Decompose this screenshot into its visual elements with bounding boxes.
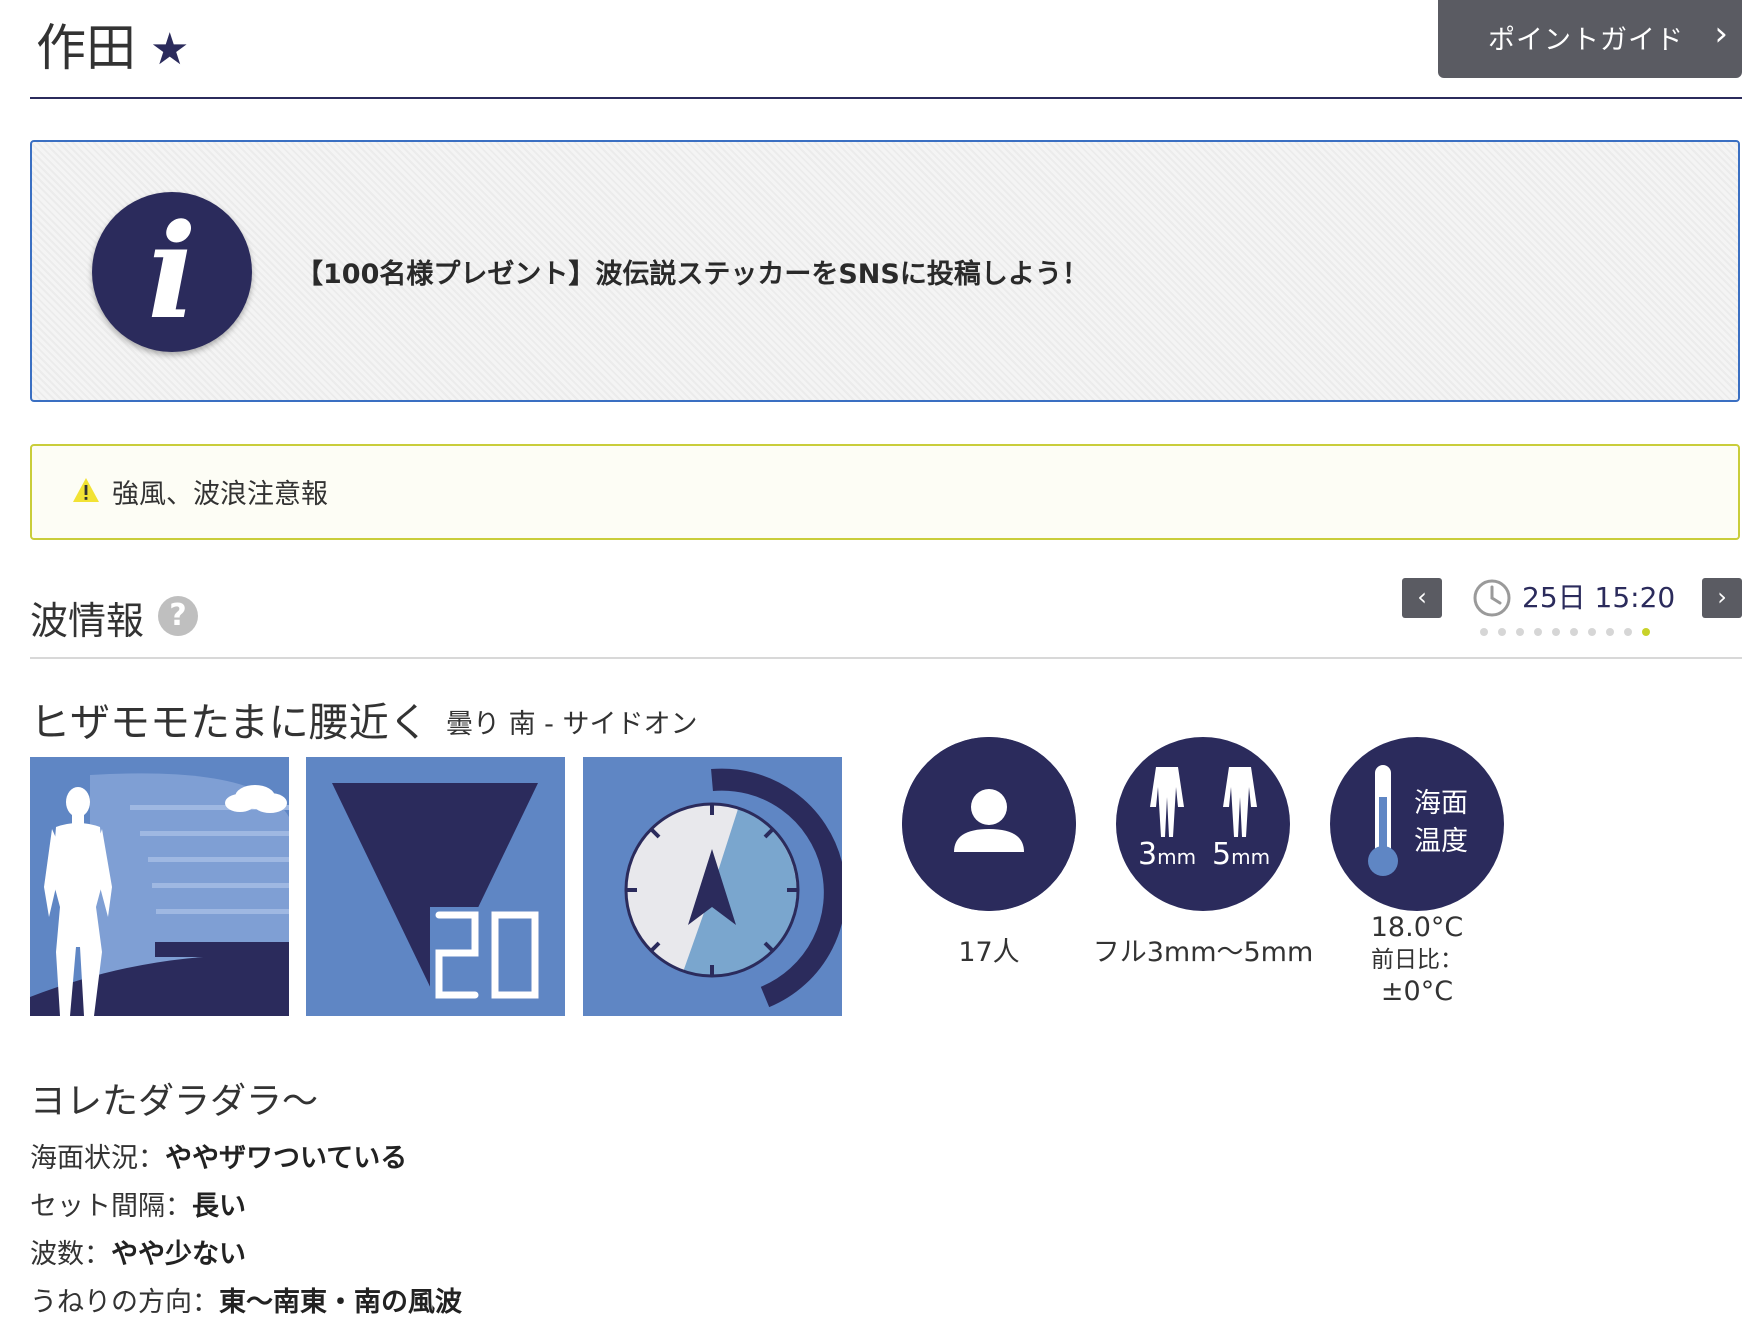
time-dot[interactable] bbox=[1516, 628, 1524, 636]
temp-compare-value: ±0°C bbox=[1380, 976, 1454, 1007]
wetsuit-5mm-label: 5mm bbox=[1212, 837, 1271, 872]
wave-height-icon bbox=[30, 757, 289, 1016]
next-time-button[interactable]: › bbox=[1702, 578, 1742, 618]
info-banner-text[interactable]: 【100名様プレゼント】波伝説ステッカーをSNSに投稿しよう！ bbox=[296, 252, 1089, 291]
sea-surface-row: 海面状況：ややザワついている bbox=[30, 1143, 408, 1174]
time-dot[interactable] bbox=[1552, 628, 1560, 636]
header-divider bbox=[30, 97, 1742, 99]
time-dot[interactable] bbox=[1570, 628, 1578, 636]
time-label: 25日 15:20 bbox=[1522, 581, 1676, 614]
wave-period-value bbox=[435, 911, 539, 999]
sea-temperature: 18.0°C bbox=[1370, 912, 1464, 943]
section-divider bbox=[30, 657, 1742, 659]
info-icon: i bbox=[92, 192, 252, 352]
point-guide-label: ポイントガイド bbox=[1488, 25, 1684, 56]
wave-condition: ヒザモモたまに腰近く bbox=[30, 700, 429, 746]
info-banner[interactable]: i 【100名様プレゼント】波伝説ステッカーをSNSに投稿しよう！ bbox=[30, 140, 1740, 402]
people-count-icon bbox=[902, 737, 1076, 911]
set-interval-row: セット間隔：長い bbox=[30, 1191, 246, 1222]
favorite-star-icon[interactable]: ★ bbox=[150, 22, 189, 78]
time-dot[interactable] bbox=[1624, 628, 1632, 636]
spot-name: 作田 bbox=[36, 19, 136, 77]
section-title: 波情報 bbox=[30, 599, 145, 643]
surf-comment: ヨレたダラダラ〜 bbox=[30, 1081, 319, 1122]
point-guide-button[interactable]: ポイントガイド › bbox=[1438, 0, 1742, 78]
temp-compare-label: 前日比： bbox=[1371, 947, 1463, 973]
wetsuit-3mm-label: 3mm bbox=[1138, 837, 1197, 872]
help-icon[interactable]: ? bbox=[158, 596, 198, 636]
warning-text: 強風、波浪注意報 bbox=[112, 479, 328, 510]
people-count: 17人 bbox=[958, 937, 1020, 968]
wave-period-tile bbox=[306, 757, 565, 1016]
time-dot[interactable] bbox=[1534, 628, 1542, 636]
warning-icon bbox=[73, 478, 99, 502]
time-dot[interactable] bbox=[1642, 628, 1650, 636]
wind-direction-icon bbox=[583, 757, 842, 1016]
wave-count-row: 波数：やや少ない bbox=[30, 1239, 246, 1270]
swell-direction-row: うねりの方向：東〜南東・南の風波 bbox=[30, 1287, 462, 1318]
time-dot[interactable] bbox=[1498, 628, 1506, 636]
sea-temp-icon-label: 海面 温度 bbox=[1414, 788, 1468, 857]
sea-temperature-values: 18.0°C 前日比： ±0°C bbox=[1330, 912, 1504, 1008]
wetsuit-icon: 3mm 5mm bbox=[1116, 737, 1290, 911]
warning-banner: 強風、波浪注意報 bbox=[30, 444, 1740, 540]
sea-temperature-icon: 海面 温度 bbox=[1330, 737, 1504, 911]
wetsuit-recommendation: フル3mm〜5mm bbox=[1092, 937, 1314, 968]
time-dot[interactable] bbox=[1480, 628, 1488, 636]
prev-time-button[interactable]: ‹ bbox=[1402, 578, 1442, 618]
time-dot[interactable] bbox=[1606, 628, 1614, 636]
time-dot[interactable] bbox=[1588, 628, 1596, 636]
chevron-right-icon: › bbox=[1714, 14, 1728, 54]
clock-icon bbox=[1473, 579, 1511, 617]
weather-wind-summary: 曇り 南 - サイドオン bbox=[446, 709, 698, 740]
